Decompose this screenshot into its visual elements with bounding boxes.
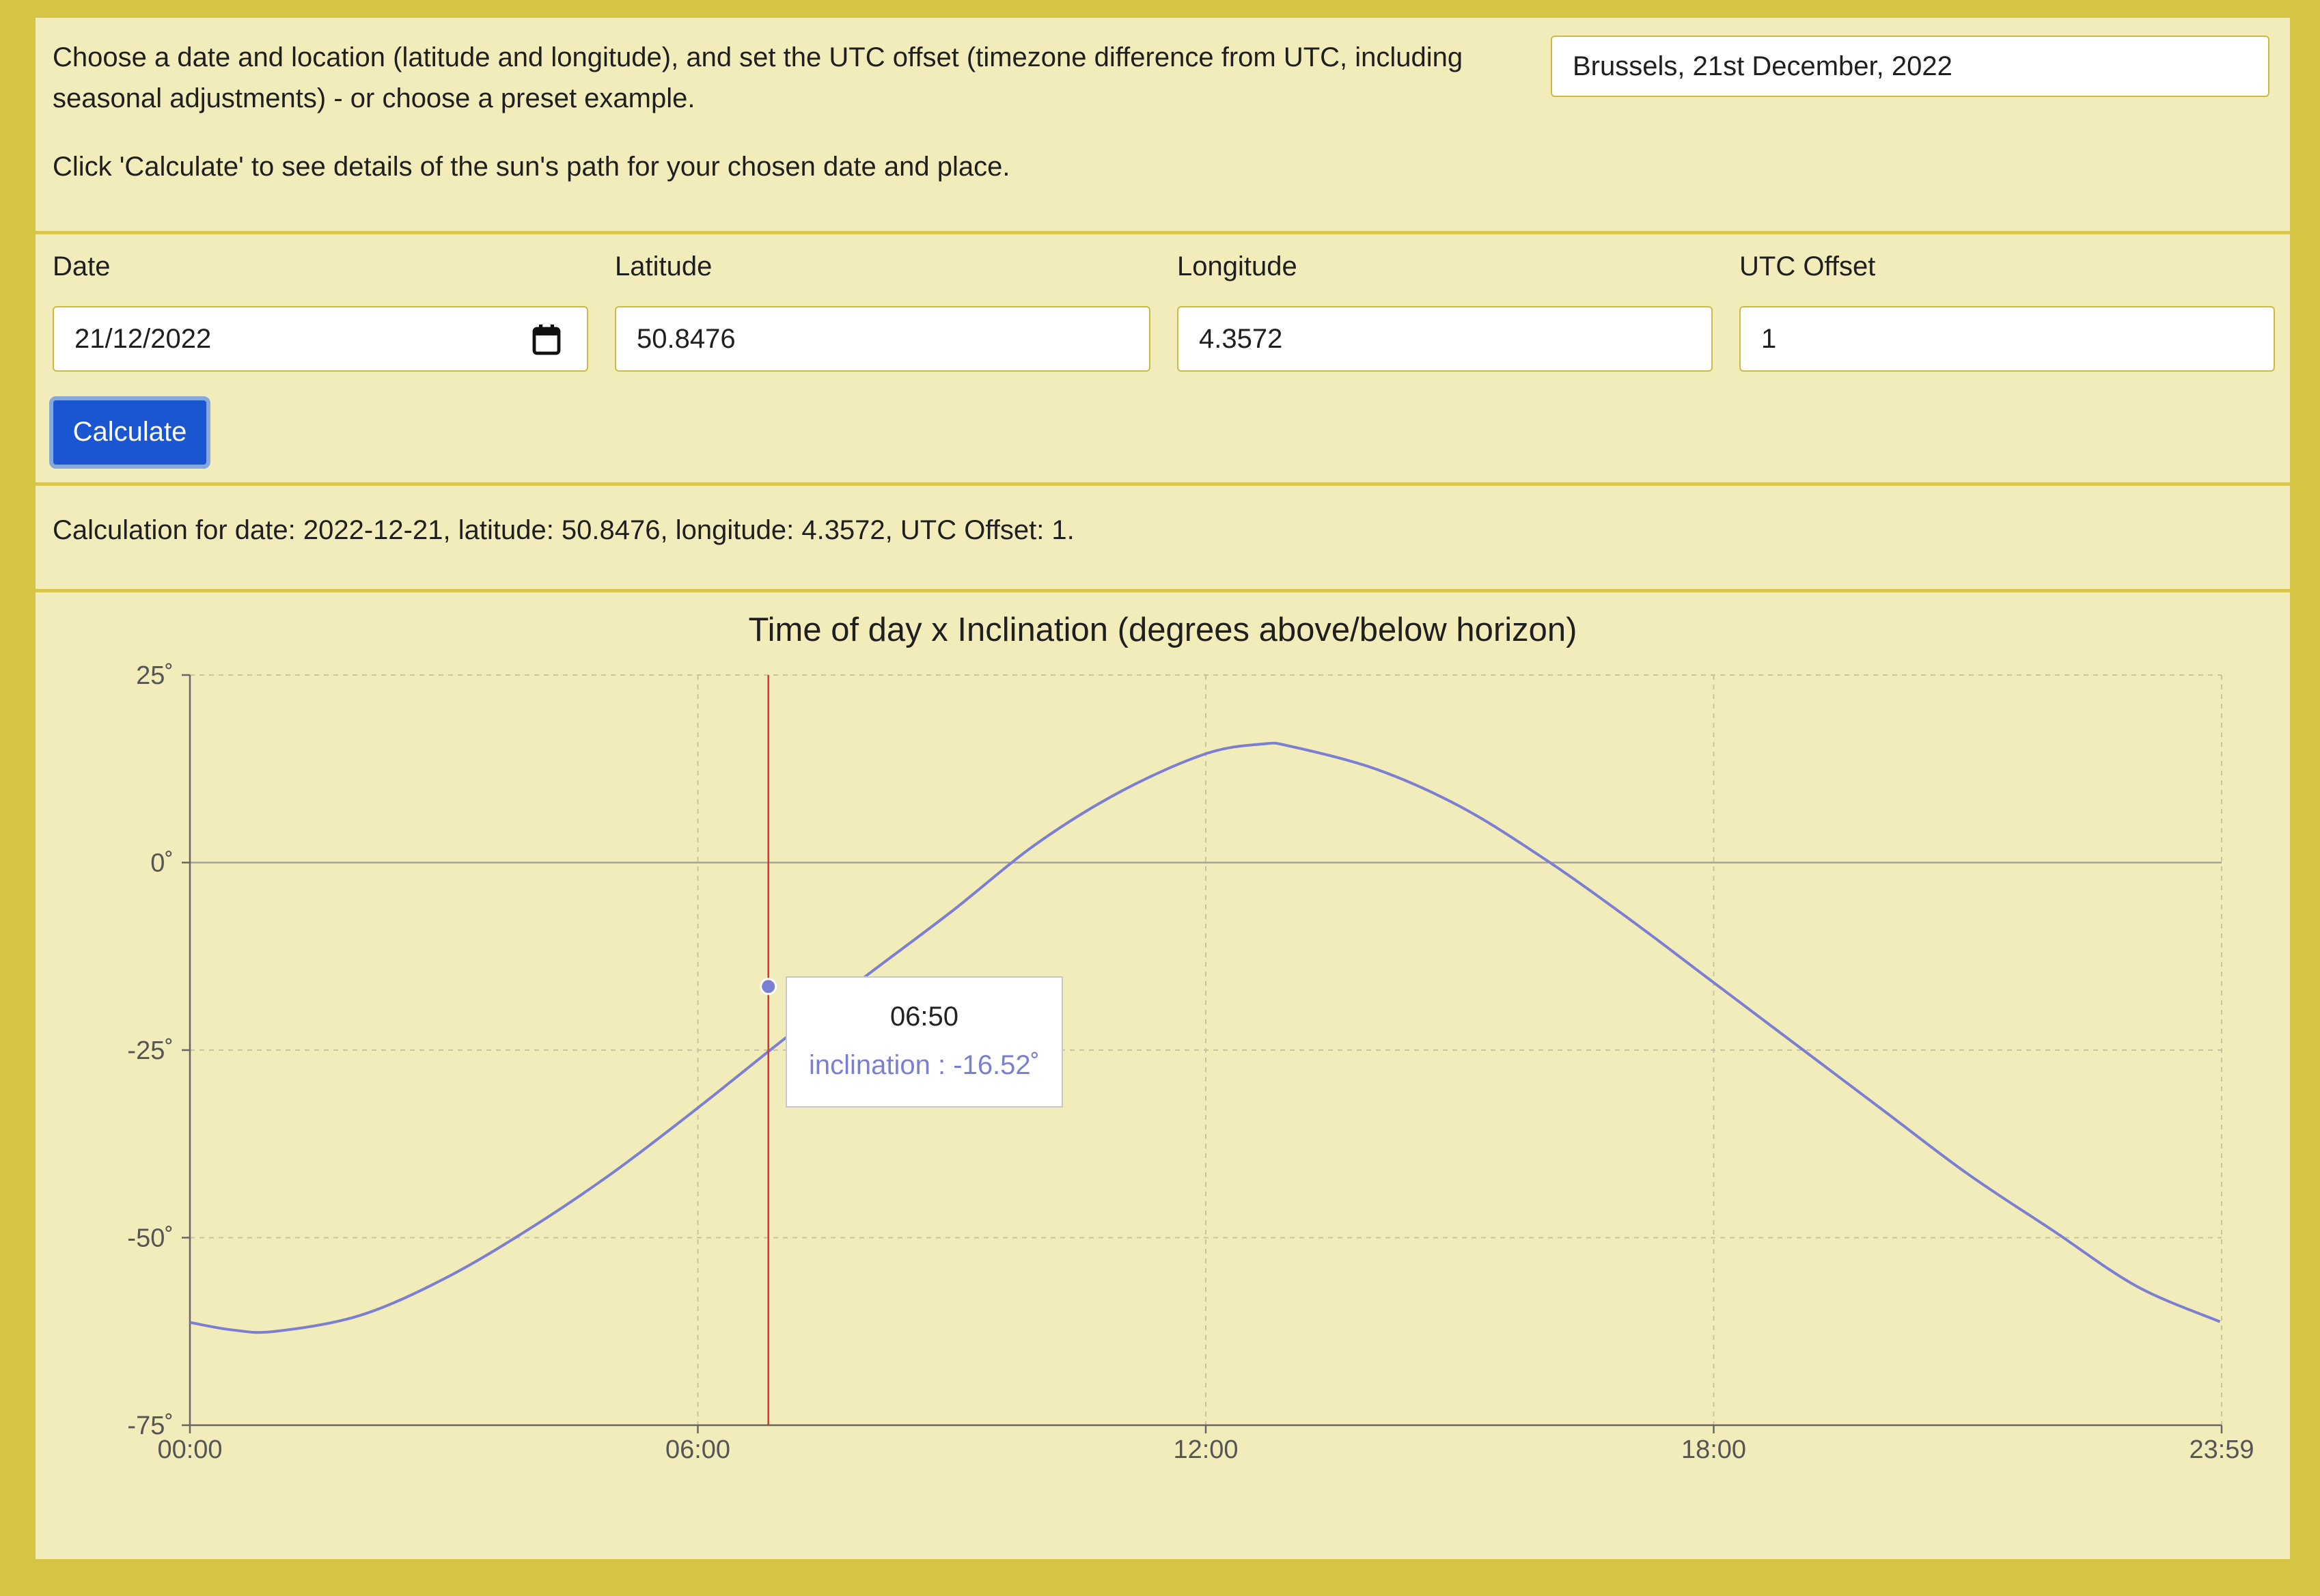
x-tick-label: 06:00	[665, 1435, 730, 1464]
tooltip-time: 06:50	[890, 1002, 958, 1032]
active-point	[760, 978, 777, 995]
y-tick-label: -50˚	[127, 1224, 174, 1253]
inclination-series-line	[189, 741, 2221, 1334]
y-tick-label: -25˚	[127, 1036, 174, 1065]
tooltip-value: inclination : -16.52˚	[809, 1050, 1040, 1080]
x-tick-label: 23:59	[2189, 1435, 2254, 1464]
x-tick-label: 18:00	[1681, 1435, 1746, 1464]
tooltip-box	[786, 976, 1063, 1107]
y-tick-label: 0˚	[150, 849, 174, 878]
inclination-chart[interactable]: 00:00 06:00 12:00 18:00 23:5925˚0˚-25˚-50˚-7…	[36, 18, 2290, 1559]
y-tick-label: 25˚	[136, 661, 174, 690]
y-tick-label: -75˚	[127, 1412, 174, 1440]
app-panel: Choose a date and location (latitude and…	[36, 18, 2290, 1559]
x-tick-label: 12:00	[1173, 1435, 1238, 1464]
